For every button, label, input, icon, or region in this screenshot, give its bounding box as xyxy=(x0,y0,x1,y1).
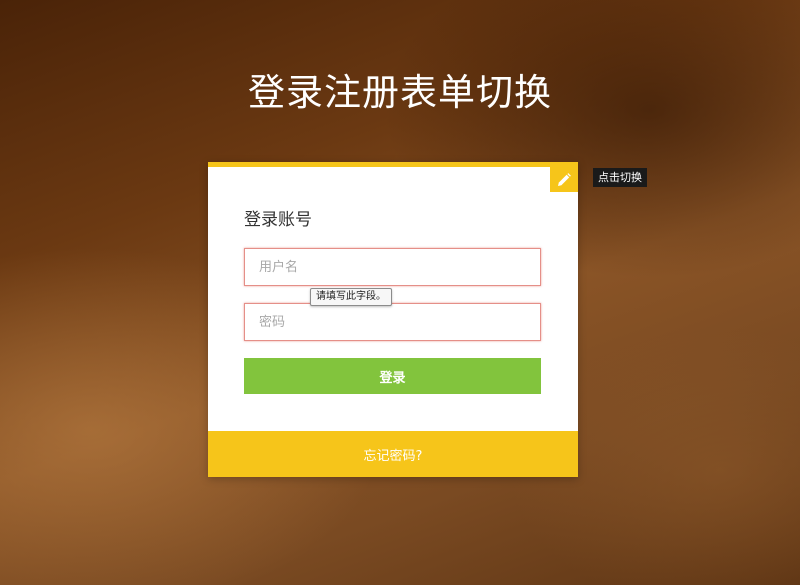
password-input[interactable] xyxy=(244,303,541,341)
card-footer: 忘记密码? xyxy=(208,431,578,477)
pencil-icon xyxy=(558,172,571,186)
toggle-tooltip: 点击切换 xyxy=(593,168,647,187)
toggle-form-button[interactable] xyxy=(550,167,578,192)
form-title: 登录账号 xyxy=(244,210,312,230)
username-input[interactable] xyxy=(244,248,541,286)
page-title: 登录注册表单切换 xyxy=(248,71,552,114)
login-card: 登录账号 登录 忘记密码? xyxy=(208,162,578,477)
forgot-password-link[interactable]: 忘记密码? xyxy=(364,445,423,464)
login-button[interactable]: 登录 xyxy=(244,358,541,394)
validation-tooltip: 请填写此字段。 xyxy=(310,288,392,306)
